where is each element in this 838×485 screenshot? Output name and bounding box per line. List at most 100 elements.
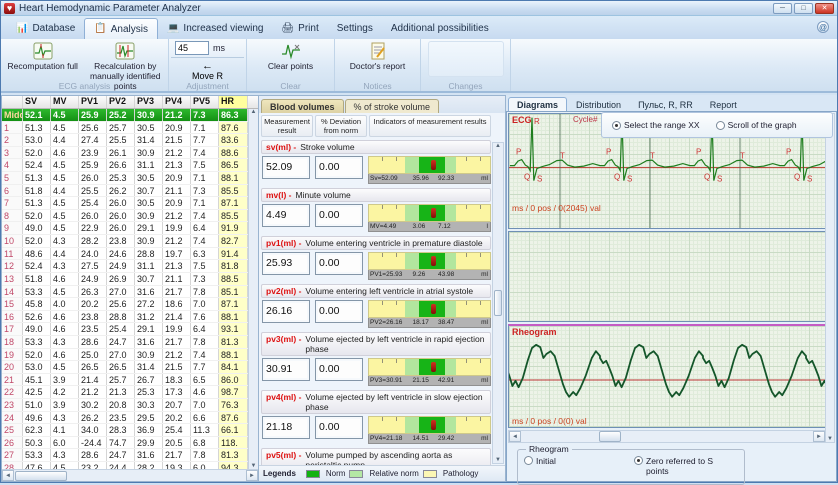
select-range-option[interactable]: Select the range XX — [612, 120, 700, 130]
table-vertical-scrollbar[interactable]: ▲ ▼ — [248, 109, 258, 469]
deviation-value-field[interactable]: 0.00 — [315, 252, 363, 275]
scrollbar-thumb[interactable] — [15, 471, 67, 481]
rheogram-chart[interactable]: Rheogram ms / 0 pos / 0(0) val — [508, 324, 826, 428]
deviation-value-field[interactable]: 0.00 — [315, 204, 363, 227]
minimize-button[interactable]: ─ — [773, 3, 792, 14]
measurement-value-field[interactable]: 30.91 — [262, 358, 310, 381]
column-header-pv3[interactable]: PV3 — [135, 96, 163, 108]
column-header-hr[interactable]: HR — [219, 96, 248, 108]
table-row[interactable]: 651.84.425.526.230.721.17.385.5 — [2, 185, 258, 198]
column-header-mv[interactable]: MV — [51, 96, 79, 108]
measurement-value-field[interactable]: 25.93 — [262, 252, 310, 275]
scrollbar-thumb[interactable] — [494, 290, 502, 316]
tab-pulse-r-rr[interactable]: Пульс, R, RR — [630, 98, 701, 111]
radio-zero-icon[interactable] — [634, 456, 643, 465]
table-row[interactable]: 2053.04.526.526.531.421.57.784.1 — [2, 361, 258, 374]
tab-report[interactable]: Report — [702, 98, 745, 111]
deviation-value-field[interactable]: 0.00 — [315, 416, 363, 439]
radio-scroll-graph-icon[interactable] — [716, 121, 725, 130]
table-row[interactable]: 1252.44.327.524.931.121.37.581.8 — [2, 260, 258, 273]
column-header-sv[interactable]: SV — [23, 96, 51, 108]
table-row[interactable]: 1545.84.020.225.627.218.67.087.1 — [2, 298, 258, 311]
move-r-button[interactable]: ← Move R — [171, 61, 244, 81]
deviation-value-field[interactable]: 0.00 — [315, 156, 363, 179]
recomputation-full-button[interactable]: Recomputation full — [3, 41, 83, 72]
tab-blood-volumes[interactable]: Blood volumes — [261, 99, 344, 113]
tab-print[interactable]: 🖨 Print — [272, 18, 327, 39]
maximize-button[interactable]: □ — [794, 3, 813, 14]
scroll-down-icon[interactable]: ▼ — [495, 457, 501, 463]
volumes-vertical-scrollbar[interactable]: ▲ ▼ — [492, 142, 504, 464]
table-row[interactable]: 1652.64.623.828.831.221.47.688.1 — [2, 311, 258, 324]
column-header-pv4[interactable]: PV4 — [163, 96, 191, 108]
table-row[interactable]: 2449.64.326.223.529.520.26.687.6 — [2, 412, 258, 425]
changes-placeholder-button[interactable] — [428, 41, 504, 77]
table-row[interactable]: 2847.64.523.224.428.219.36.094.3 — [2, 462, 258, 469]
table-row[interactable]: 253.04.427.425.531.421.57.783.6 — [2, 134, 258, 147]
diagrams-horizontal-scrollbar[interactable]: ◄ ► — [508, 430, 826, 443]
table-row[interactable]: 2753.34.328.624.731.621.77.881.3 — [2, 449, 258, 462]
cell-sv: 52.0 — [23, 210, 51, 222]
ribbon-options-icon[interactable]: @ — [817, 21, 829, 33]
table-row[interactable]: 2650.36.0-24.474.729.920.56.8118. — [2, 437, 258, 450]
table-row[interactable]: 151.34.525.625.730.520.97.187.6 — [2, 122, 258, 135]
column-header-pv2[interactable]: PV2 — [107, 96, 135, 108]
scroll-up-icon[interactable]: ▲ — [495, 143, 501, 149]
table-row[interactable]: 352.04.623.926.130.921.27.488.6 — [2, 147, 258, 160]
scroll-right-icon[interactable]: ► — [246, 470, 258, 481]
table-row[interactable]: 949.04.522.926.029.119.96.491.9 — [2, 222, 258, 235]
tab-database[interactable]: 📊 Database — [7, 18, 84, 39]
move-r-ms-input[interactable] — [175, 41, 209, 55]
scroll-down-icon[interactable]: ▼ — [251, 463, 257, 469]
table-row[interactable]: 1148.64.424.024.628.819.76.391.4 — [2, 248, 258, 261]
tab-settings[interactable]: Settings — [328, 18, 382, 39]
table-row[interactable]: 2562.34.134.028.336.925.411.366.1 — [2, 424, 258, 437]
tab-percent-stroke-volume[interactable]: % of stroke volume — [345, 99, 440, 113]
measurement-value-field[interactable]: 52.09 — [262, 156, 310, 179]
table-row[interactable]: 452.44.525.926.631.121.37.586.5 — [2, 159, 258, 172]
diagrams-vertical-scrollbar[interactable]: ▲ ▼ — [825, 113, 835, 443]
measurement-value-field[interactable]: 26.16 — [262, 300, 310, 323]
radio-select-range-icon[interactable] — [612, 121, 621, 130]
table-row[interactable]: 2351.03.930.220.830.320.77.076.3 — [2, 399, 258, 412]
table-row[interactable]: 1853.34.328.624.731.621.77.881.3 — [2, 336, 258, 349]
tab-diagrams[interactable]: Diagrams — [508, 97, 567, 111]
column-header-pv5[interactable]: PV5 — [191, 96, 219, 108]
scroll-left-icon[interactable]: ◄ — [509, 431, 521, 442]
tab-additional-possibilities[interactable]: Additional possibilities — [382, 18, 498, 39]
scroll-left-icon[interactable]: ◄ — [2, 470, 14, 481]
table-row[interactable]: 551.34.526.025.330.520.97.188.1 — [2, 172, 258, 185]
scroll-down-icon[interactable]: ▼ — [827, 436, 833, 442]
table-row[interactable]: 1952.04.625.027.030.921.27.488.1 — [2, 349, 258, 362]
clear-points-button[interactable]: Clear points — [256, 41, 326, 72]
close-button[interactable]: ✕ — [815, 3, 834, 14]
deviation-value-field[interactable]: 0.00 — [315, 358, 363, 381]
scroll-graph-option[interactable]: Scroll of the graph — [716, 120, 797, 130]
tab-increased-viewing[interactable]: 💻 Increased viewing — [158, 18, 273, 39]
scroll-right-icon[interactable]: ► — [813, 431, 825, 442]
deviation-value-field[interactable]: 0.00 — [315, 300, 363, 323]
table-row[interactable]: 1351.84.624.926.930.721.17.388.5 — [2, 273, 258, 286]
radio-initial-icon[interactable] — [524, 456, 533, 465]
table-row[interactable]: 1052.04.328.223.830.921.27.482.7 — [2, 235, 258, 248]
measurement-value-field[interactable]: 4.49 — [262, 204, 310, 227]
table-row[interactable]: 2145.13.921.425.726.718.36.586.0 — [2, 374, 258, 387]
table-row[interactable]: 2242.54.221.221.325.317.34.698.7 — [2, 386, 258, 399]
rheo-initial-option[interactable]: Initial — [524, 456, 620, 476]
table-row[interactable]: 1749.04.623.525.429.119.96.493.1 — [2, 323, 258, 336]
table-row[interactable]: Middle.52.14.525.925.230.921.27.386.3 — [2, 109, 258, 122]
scrollbar-thumb[interactable] — [599, 431, 621, 442]
table-row[interactable]: 1453.34.526.327.031.621.77.885.1 — [2, 286, 258, 299]
doctors-report-button[interactable]: Doctor's report — [342, 41, 414, 72]
tab-distribution[interactable]: Distribution — [568, 98, 629, 111]
table-row[interactable]: 751.34.525.426.030.520.97.187.1 — [2, 197, 258, 210]
table-horizontal-scrollbar[interactable]: ◄ ► — [2, 469, 258, 481]
range-detail-chart[interactable] — [508, 231, 826, 322]
scroll-up-icon[interactable]: ▲ — [251, 109, 257, 115]
table-row[interactable]: 852.04.526.026.030.921.27.485.5 — [2, 210, 258, 223]
rheo-zero-option[interactable]: Zero referred to S points — [634, 456, 730, 476]
measurement-value-field[interactable]: 21.18 — [262, 416, 310, 439]
tab-analysis[interactable]: 📋 Analysis — [84, 18, 158, 39]
column-header-pv1[interactable]: PV1 — [79, 96, 107, 108]
cell-mv: 4.3 — [51, 336, 79, 348]
